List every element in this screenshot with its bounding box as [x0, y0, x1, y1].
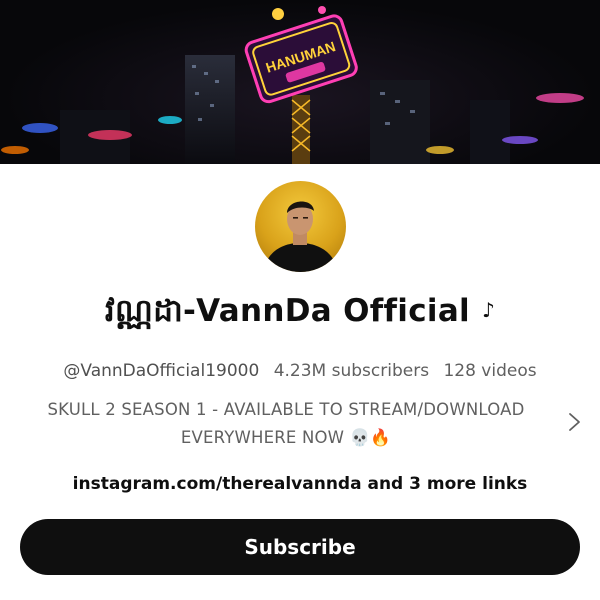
channel-meta: @VannDaOfficial19000 4.23M subscribers 1…	[0, 361, 600, 381]
video-count: 128 videos	[443, 361, 537, 381]
channel-avatar[interactable]	[255, 181, 346, 272]
description-line-1: SKULL 2 SEASON 1 - AVAILABLE TO STREAM/D…	[47, 400, 525, 419]
subscriber-count: 4.23M subscribers	[273, 361, 430, 381]
channel-banner: HANUMAN	[0, 0, 600, 164]
channel-handle: @VannDaOfficial19000	[63, 361, 260, 381]
subscribe-button[interactable]: Subscribe	[20, 519, 580, 575]
channel-name-text: វណ្ណដា-VannDa Official	[104, 293, 470, 329]
channel-description[interactable]: SKULL 2 SEASON 1 - AVAILABLE TO STREAM/D…	[14, 396, 558, 452]
channel-name: វណ្ណដា-VannDa Official ♪	[0, 292, 600, 337]
music-note-icon: ♪	[481, 298, 496, 322]
description-line-2: EVERYWHERE NOW 💀🔥	[180, 428, 392, 447]
channel-links[interactable]: instagram.com/therealvannda and 3 more l…	[0, 474, 600, 494]
chevron-right-icon[interactable]	[564, 412, 584, 432]
